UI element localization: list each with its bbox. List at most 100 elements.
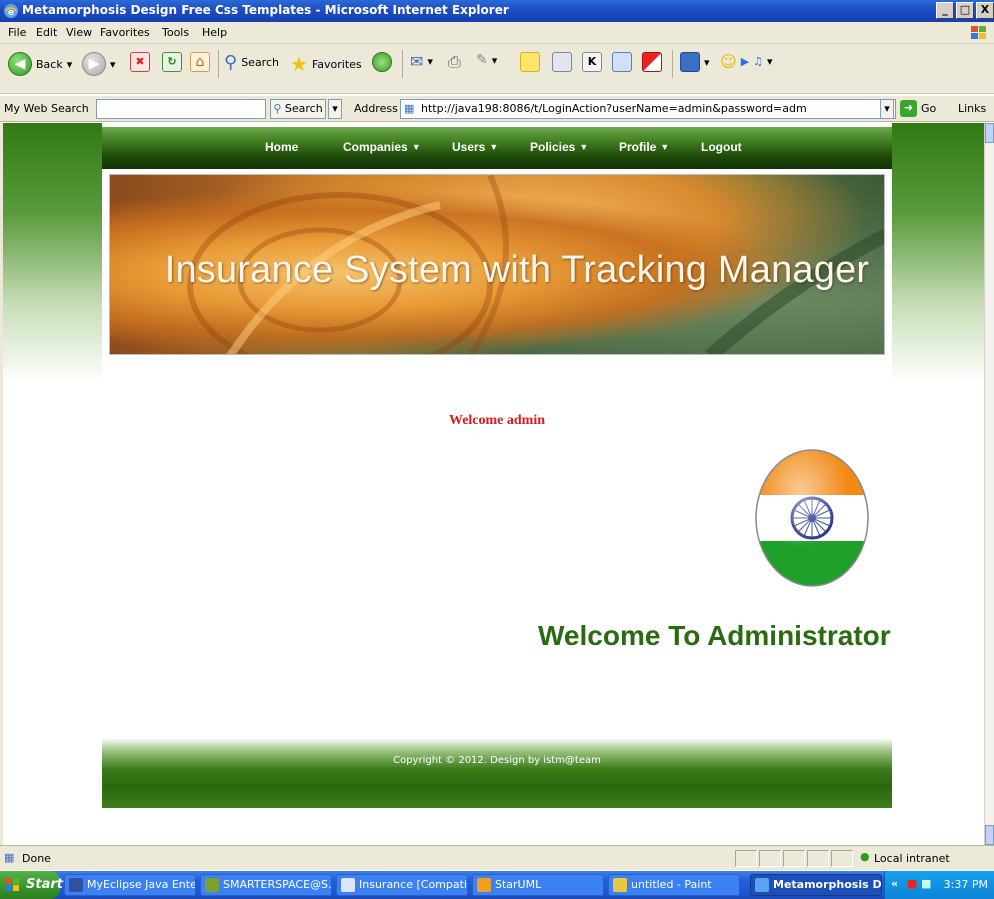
chevron-down-icon: ▼ <box>579 142 589 152</box>
internet-explorer-icon: e <box>4 4 18 18</box>
task-smarterspace[interactable]: SMARTERSPACE@S... <box>200 874 332 896</box>
web-search-button[interactable]: ⚲ Search <box>270 99 326 119</box>
nav-policies[interactable]: Policies ▼ <box>530 140 588 154</box>
network-tray-icon[interactable]: ■ <box>921 877 931 890</box>
home-icon: ⌂ <box>190 52 210 72</box>
home-button[interactable]: ⌂ <box>190 52 210 72</box>
forward-arrow-icon: ▶ <box>82 52 106 76</box>
clock: 3:37 PM <box>943 878 988 891</box>
mail-button[interactable]: ✉ ▾ <box>410 52 433 71</box>
search-button[interactable]: ⚲ Search <box>224 52 279 73</box>
smiley-button[interactable]: ☺ ▶ ♫ ▾ <box>720 52 773 71</box>
address-field[interactable]: ▦ http://java198:8086/t/LoginAction?user… <box>400 99 896 119</box>
address-row: My Web Search ⚲ Search ▾ Address ▦ http:… <box>0 96 994 122</box>
acrobat-icon <box>642 52 662 72</box>
edit-icon: ✎ <box>476 52 488 68</box>
web-search-button-label: Search <box>284 102 323 115</box>
menu-help[interactable]: Help <box>202 26 227 39</box>
scroll-up-button[interactable] <box>985 123 994 143</box>
menu-edit[interactable]: Edit <box>36 26 57 39</box>
site-footer: Copyright © 2012. Design by istm@team <box>102 738 892 808</box>
status-pane <box>783 850 805 867</box>
maximize-button[interactable]: □ <box>956 2 974 19</box>
windows-taskbar: Start MyEclipse Java Ente... SMARTERSPAC… <box>0 871 994 899</box>
smiley-icon: ☺ <box>720 52 737 71</box>
task-staruml[interactable]: StarUML <box>472 874 604 896</box>
task-label: untitled - Paint <box>631 878 712 891</box>
go-button[interactable]: ➜ Go <box>900 100 936 117</box>
vertical-scrollbar[interactable] <box>984 123 994 845</box>
acrobat-button[interactable] <box>642 52 662 72</box>
page-icon: ▦ <box>404 102 415 115</box>
search-dropdown-button[interactable]: ▾ <box>328 99 342 119</box>
favorites-button[interactable]: ★ Favorites <box>290 52 362 76</box>
research-button[interactable] <box>612 52 632 72</box>
nav-users[interactable]: Users ▼ <box>452 140 498 154</box>
status-pane <box>735 850 757 867</box>
task-insurance-doc[interactable]: Insurance [Compati... <box>336 874 468 896</box>
nav-profile[interactable]: Profile ▼ <box>619 140 669 154</box>
site-navbar: Home Companies ▼ Users ▼ Policies ▼ Profile… <box>102 127 892 169</box>
messenger-icon <box>552 52 572 72</box>
k-button[interactable]: K <box>582 52 602 72</box>
india-flag-image <box>755 449 869 587</box>
notes-icon <box>520 52 540 72</box>
welcome-heading: Welcome To Administrator <box>538 620 891 651</box>
print-button[interactable]: ⎙ <box>448 52 461 72</box>
stop-icon: ✖ <box>130 52 150 72</box>
task-paint[interactable]: untitled - Paint <box>608 874 740 896</box>
close-button[interactable]: X <box>976 2 994 19</box>
intranet-icon: ● <box>860 850 870 863</box>
system-tray: « ■ ■ 3:37 PM <box>884 871 994 899</box>
nav-home[interactable]: Home <box>265 140 298 154</box>
web-search-input[interactable] <box>96 99 266 119</box>
acrobat-tray-icon[interactable]: ■ <box>907 877 917 890</box>
edit-button[interactable]: ✎ ▾ <box>476 52 497 68</box>
scroll-down-button[interactable] <box>985 825 994 845</box>
security-zone-label: Local intranet <box>874 852 950 865</box>
links-label[interactable]: Links <box>958 102 986 115</box>
window-titlebar: e Metamorphosis Design Free Css Template… <box>0 0 994 22</box>
address-label: Address <box>354 102 398 115</box>
start-label: Start <box>26 877 63 892</box>
paint-icon <box>613 878 627 892</box>
site-page: Home Companies ▼ Users ▼ Policies ▼ Profile… <box>102 123 892 845</box>
task-metamorphosis[interactable]: Metamorphosis D... <box>750 874 882 896</box>
menu-favorites[interactable]: Favorites <box>100 26 150 39</box>
status-bar: ▦ Done ● Local intranet <box>0 845 994 870</box>
toolbar-separator <box>402 50 403 78</box>
messenger-button[interactable] <box>552 52 572 72</box>
nav-companies[interactable]: Companies ▼ <box>343 140 421 154</box>
history-button[interactable] <box>372 52 392 72</box>
chevron-down-icon: ▾ <box>110 57 116 71</box>
header-banner: Insurance System with Tracking Manager <box>109 174 885 355</box>
minimize-button[interactable]: _ <box>936 2 954 19</box>
nav-logout[interactable]: Logout <box>701 140 742 154</box>
refresh-button[interactable]: ↻ <box>162 52 182 72</box>
menu-file[interactable]: File <box>8 26 26 39</box>
welcome-user-text: Welcome admin <box>448 413 546 428</box>
search-label: Search <box>241 56 279 69</box>
chevron-down-icon: ▾ <box>427 55 433 68</box>
forward-button[interactable]: ▶ ▾ <box>82 52 116 76</box>
task-label: MyEclipse Java Ente... <box>87 878 196 891</box>
start-button[interactable]: Start <box>0 871 63 899</box>
internet-explorer-icon <box>755 878 769 892</box>
menu-tools[interactable]: Tools <box>162 26 189 39</box>
task-myeclipse[interactable]: MyEclipse Java Ente... <box>64 874 196 896</box>
stop-button[interactable]: ✖ <box>130 52 150 72</box>
svg-text:e: e <box>8 8 14 18</box>
toolbar-separator <box>218 50 219 78</box>
research-icon <box>612 52 632 72</box>
menu-view[interactable]: View <box>66 26 92 39</box>
chevron-down-icon: ▼ <box>660 142 670 152</box>
chevron-down-icon: ▾ <box>332 102 338 115</box>
tray-expand-button[interactable]: « <box>891 877 898 890</box>
staruml-icon <box>477 878 491 892</box>
screen-button[interactable]: ▾ <box>680 52 710 72</box>
address-dropdown-button[interactable]: ▾ <box>880 99 894 119</box>
standard-toolbar: ◀ Back ▾ ▶ ▾ ✖ ↻ ⌂ ⚲ Search ★ Favorites … <box>0 44 994 94</box>
notes-button[interactable] <box>520 52 540 72</box>
windows-logo-icon <box>971 26 986 39</box>
back-button[interactable]: ◀ Back ▾ <box>8 52 72 76</box>
